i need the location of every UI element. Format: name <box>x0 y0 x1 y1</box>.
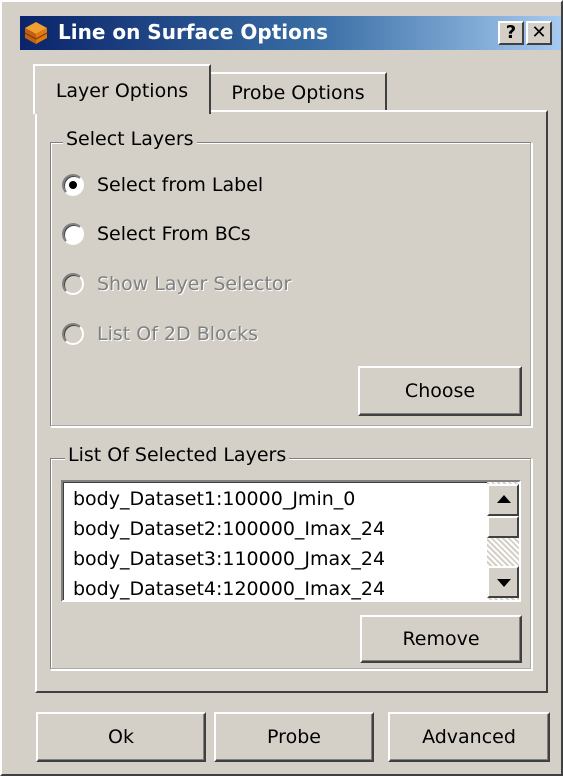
probe-button[interactable]: Probe <box>214 712 374 762</box>
radio-button <box>62 323 84 345</box>
help-button[interactable]: ? <box>498 21 524 45</box>
close-icon: ✕ <box>531 22 547 43</box>
selected-layers-legend: List Of Selected Layers <box>65 444 290 466</box>
radio-label: Select from Label <box>97 174 264 196</box>
probe-label: Probe <box>267 726 321 748</box>
scroll-thumb[interactable] <box>487 516 519 538</box>
ok-label: Ok <box>108 726 134 748</box>
title-bar[interactable]: Line on Surface Options ? ✕ <box>20 16 561 50</box>
app-icon <box>24 22 48 44</box>
help-icon: ? <box>505 22 517 43</box>
selected-layers-list[interactable]: body_Dataset1:10000_Jmin_0 body_Dataset2… <box>61 480 521 602</box>
tab-label: Layer Options <box>55 80 189 102</box>
advanced-button[interactable]: Advanced <box>388 712 550 762</box>
ok-button[interactable]: Ok <box>36 712 206 762</box>
tab-probe-options[interactable]: Probe Options <box>209 72 387 110</box>
tab-label: Probe Options <box>231 82 365 104</box>
radio-label: List Of 2D Blocks <box>97 323 258 345</box>
dialog-window: Line on Surface Options ? ✕ Layer Option… <box>0 0 563 776</box>
scroll-up-icon <box>497 495 511 503</box>
radio-button <box>62 273 84 295</box>
radio-label: Show Layer Selector <box>97 273 292 295</box>
radio-button[interactable] <box>62 223 84 245</box>
radio-dot <box>69 181 77 189</box>
tab-layer-options[interactable]: Layer Options <box>33 64 211 114</box>
scroll-up-button[interactable] <box>487 484 519 516</box>
list-scrollbar[interactable] <box>487 482 519 600</box>
window-title: Line on Surface Options <box>58 20 329 44</box>
close-button[interactable]: ✕ <box>526 21 552 45</box>
remove-button[interactable]: Remove <box>360 615 522 663</box>
scroll-down-icon <box>497 579 511 587</box>
radio-button[interactable] <box>62 174 84 196</box>
choose-button[interactable]: Choose <box>358 366 522 416</box>
list-item[interactable]: body_Dataset1:10000_Jmin_0 <box>73 484 355 514</box>
scroll-down-button[interactable] <box>487 566 519 598</box>
list-item[interactable]: body_Dataset3:110000_Jmax_24 <box>73 544 385 574</box>
list-item[interactable]: body_Dataset2:100000_Imax_24 <box>73 514 385 544</box>
list-item[interactable]: body_Dataset4:120000_Imax_24 <box>73 574 385 600</box>
choose-label: Choose <box>404 380 476 402</box>
select-layers-legend: Select Layers <box>63 128 197 150</box>
advanced-label: Advanced <box>422 726 516 748</box>
radio-label: Select From BCs <box>97 223 251 245</box>
remove-label: Remove <box>402 628 480 650</box>
